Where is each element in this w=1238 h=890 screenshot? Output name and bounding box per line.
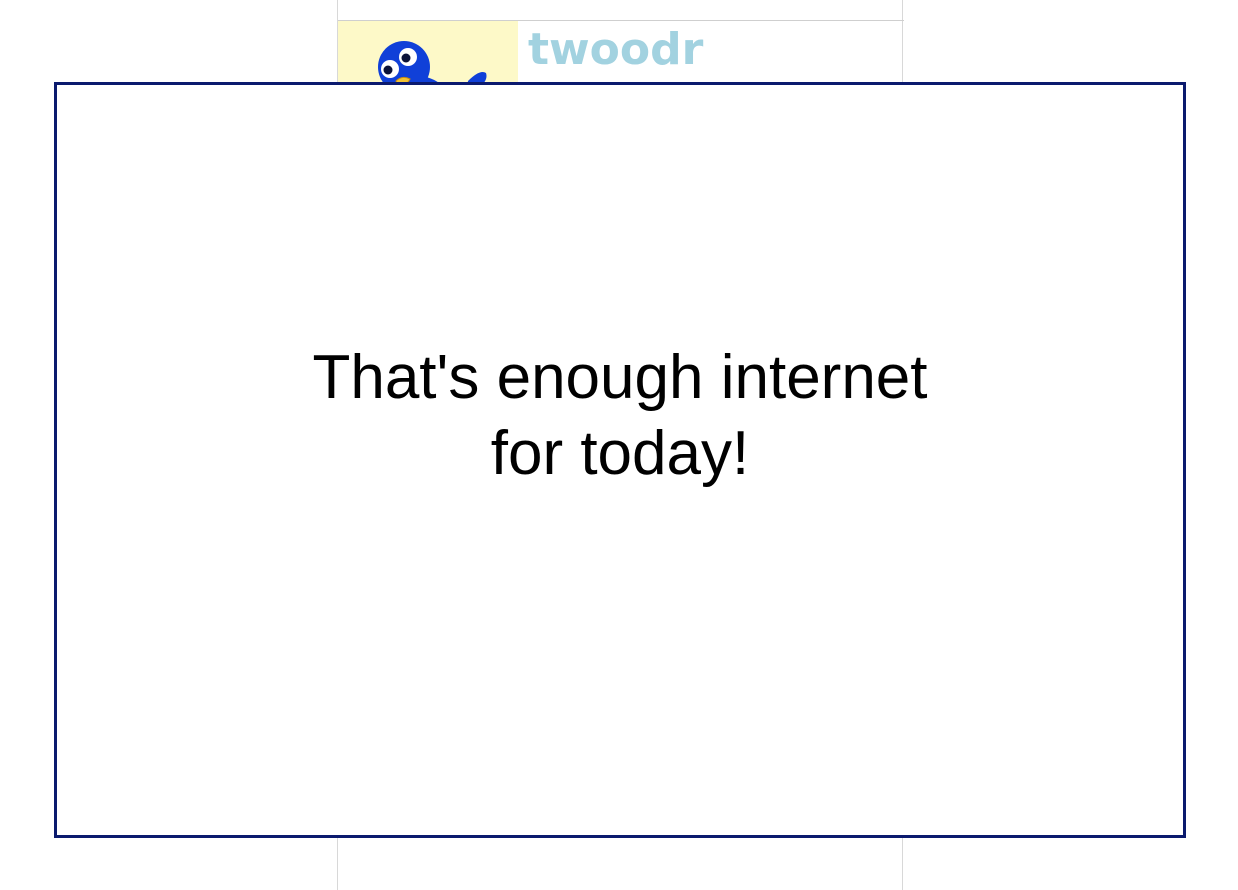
modal-message: That's enough internet for today! <box>312 343 928 488</box>
brand-name[interactable]: twoodr <box>528 24 703 76</box>
page: twoodr That's enough internet for today! <box>0 0 1238 890</box>
blocking-modal: That's enough internet for today! <box>54 82 1186 838</box>
